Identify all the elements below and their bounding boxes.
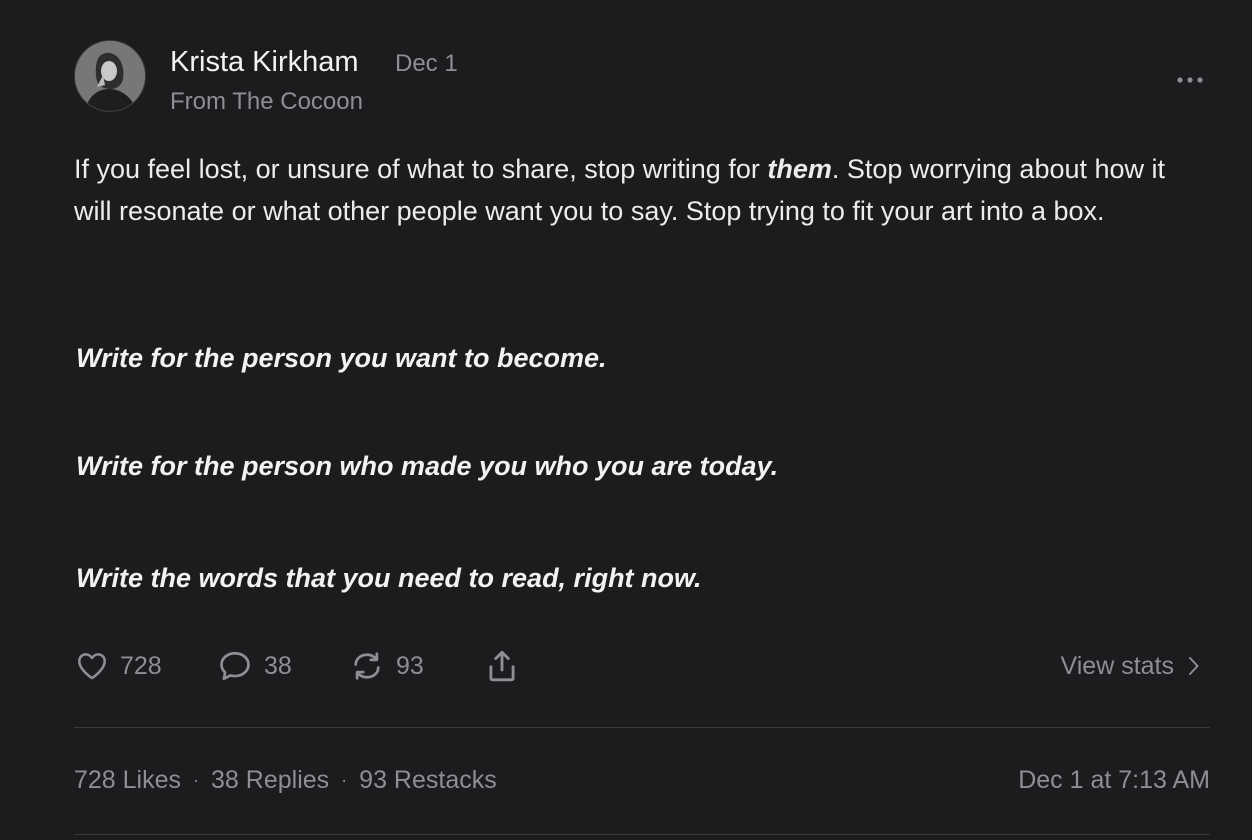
reply-button[interactable]: 38	[216, 646, 292, 686]
share-button[interactable]	[482, 646, 522, 686]
footer-restacks-link[interactable]: 93 Restacks	[359, 766, 497, 795]
post-date[interactable]: Dec 1	[395, 50, 458, 78]
divider-bottom	[74, 834, 1210, 835]
post-footer: 728 Likes · 38 Replies · 93 Restacks Dec…	[74, 764, 1210, 800]
view-stats-label: View stats	[1060, 651, 1174, 680]
restack-button[interactable]: 93	[348, 646, 424, 686]
separator-dot: ·	[341, 770, 348, 790]
heart-icon	[77, 653, 107, 680]
footer-stats: 728 Likes · 38 Replies · 93 Restacks	[74, 766, 497, 795]
avatar-photo-icon	[75, 41, 145, 111]
publication-name[interactable]: From The Cocoon	[170, 88, 363, 116]
post-body: If you feel lost, or unsure of what to s…	[74, 148, 1194, 232]
post-timestamp: Dec 1 at 7:13 AM	[1018, 766, 1210, 794]
body-emphasis: them	[767, 154, 832, 184]
quote-line-1: Write for the person you want to become.	[76, 343, 607, 373]
more-horizontal-icon	[1177, 77, 1203, 83]
chevron-right-icon	[1189, 657, 1199, 675]
like-button[interactable]: 728	[74, 646, 162, 686]
separator-dot: ·	[193, 770, 200, 790]
comment-icon	[220, 651, 250, 681]
like-count: 728	[120, 651, 162, 680]
share-icon	[489, 650, 515, 682]
restack-count: 93	[396, 651, 424, 680]
quote-line-3: Write the words that you need to read, r…	[76, 563, 702, 593]
author-name[interactable]: Krista Kirkham	[170, 46, 359, 79]
more-options-button[interactable]	[1170, 68, 1210, 92]
footer-replies-link[interactable]: 38 Replies	[211, 766, 329, 795]
restack-icon	[354, 652, 380, 680]
quote-line-2: Write for the person who made you who yo…	[76, 451, 779, 481]
action-bar: 728 38 93 View stats	[74, 646, 1210, 686]
view-stats-link[interactable]: View stats	[1061, 646, 1200, 686]
avatar[interactable]	[74, 40, 146, 112]
note-page: Krista Kirkham Dec 1 From The Cocoon If …	[0, 0, 1252, 840]
footer-likes-link[interactable]: 728 Likes	[74, 766, 181, 795]
divider-top	[74, 727, 1210, 728]
post-header: Krista Kirkham Dec 1 From The Cocoon	[74, 40, 1210, 120]
reply-count: 38	[264, 651, 292, 680]
body-text-start: If you feel lost, or unsure of what to s…	[74, 154, 768, 184]
